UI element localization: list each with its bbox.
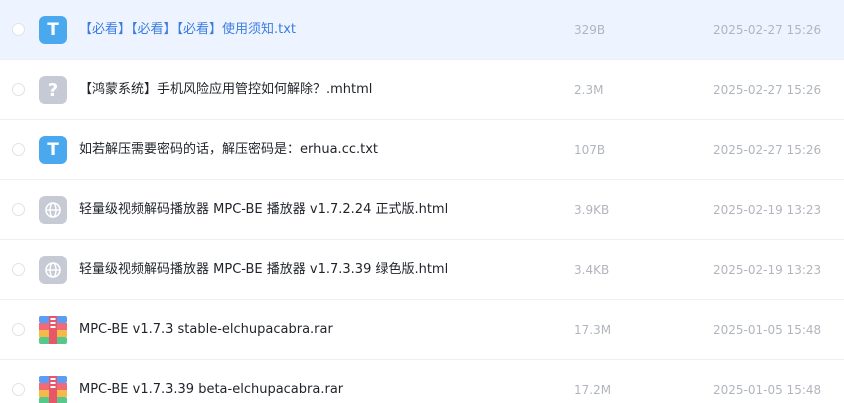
file-size: 329B <box>574 23 606 37</box>
unknown-file-icon: ? <box>39 76 67 104</box>
file-date: 2025-01-05 15:48 <box>713 383 822 397</box>
file-list: T 【必看】【必看】【必看】使用须知.txt 329B 2025-02-27 1… <box>0 0 844 403</box>
row-checkbox[interactable] <box>12 83 25 96</box>
globe-icon <box>45 262 61 278</box>
rar-archive-icon <box>39 376 67 403</box>
txt-file-icon: T <box>39 16 67 44</box>
file-row[interactable]: MPC-BE v1.7.3 stable-elchupacabra.rar 17… <box>0 300 844 360</box>
globe-icon <box>45 202 61 218</box>
file-date: 2025-02-27 15:26 <box>713 23 822 37</box>
archive-file-icon <box>39 376 67 403</box>
archive-file-icon <box>39 316 67 344</box>
row-checkbox[interactable] <box>12 203 25 216</box>
file-size: 3.4KB <box>574 263 610 277</box>
file-name[interactable]: MPC-BE v1.7.3.39 beta-elchupacabra.rar <box>79 381 343 399</box>
file-row[interactable]: 轻量级视频解码播放器 MPC-BE 播放器 v1.7.3.39 绿色版.html… <box>0 240 844 300</box>
file-date: 2025-02-27 15:26 <box>713 83 822 97</box>
file-name[interactable]: 轻量级视频解码播放器 MPC-BE 播放器 v1.7.2.24 正式版.html <box>79 201 448 219</box>
file-size: 17.3M <box>574 323 612 337</box>
file-row[interactable]: T 【必看】【必看】【必看】使用须知.txt 329B 2025-02-27 1… <box>0 0 844 60</box>
file-name[interactable]: 如若解压需要密码的话，解压密码是：erhua.cc.txt <box>79 141 378 159</box>
file-date: 2025-01-05 15:48 <box>713 323 822 337</box>
txt-file-icon: T <box>39 136 67 164</box>
file-name[interactable]: 【鸿蒙系统】手机风险应用管控如何解除？.mhtml <box>79 81 372 99</box>
row-checkbox[interactable] <box>12 263 25 276</box>
file-row[interactable]: 轻量级视频解码播放器 MPC-BE 播放器 v1.7.2.24 正式版.html… <box>0 180 844 240</box>
row-checkbox[interactable] <box>12 143 25 156</box>
file-size: 107B <box>574 143 606 157</box>
file-date: 2025-02-19 13:23 <box>713 203 822 217</box>
web-file-icon <box>39 256 67 284</box>
row-checkbox[interactable] <box>12 323 25 336</box>
file-name[interactable]: 【必看】【必看】【必看】使用须知.txt <box>79 21 296 39</box>
file-date: 2025-02-19 13:23 <box>713 263 822 277</box>
file-name[interactable]: MPC-BE v1.7.3 stable-elchupacabra.rar <box>79 321 333 339</box>
rar-archive-icon <box>39 316 67 344</box>
file-date: 2025-02-27 15:26 <box>713 143 822 157</box>
file-row[interactable]: ? 【鸿蒙系统】手机风险应用管控如何解除？.mhtml 2.3M 2025-02… <box>0 60 844 120</box>
web-file-icon <box>39 196 67 224</box>
file-size: 2.3M <box>574 83 604 97</box>
file-name[interactable]: 轻量级视频解码播放器 MPC-BE 播放器 v1.7.3.39 绿色版.html <box>79 261 448 279</box>
file-size: 3.9KB <box>574 203 610 217</box>
row-checkbox[interactable] <box>12 383 25 396</box>
file-size: 17.2M <box>574 383 612 397</box>
row-checkbox[interactable] <box>12 23 25 36</box>
file-row[interactable]: MPC-BE v1.7.3.39 beta-elchupacabra.rar 1… <box>0 360 844 403</box>
file-row[interactable]: T 如若解压需要密码的话，解压密码是：erhua.cc.txt 107B 202… <box>0 120 844 180</box>
